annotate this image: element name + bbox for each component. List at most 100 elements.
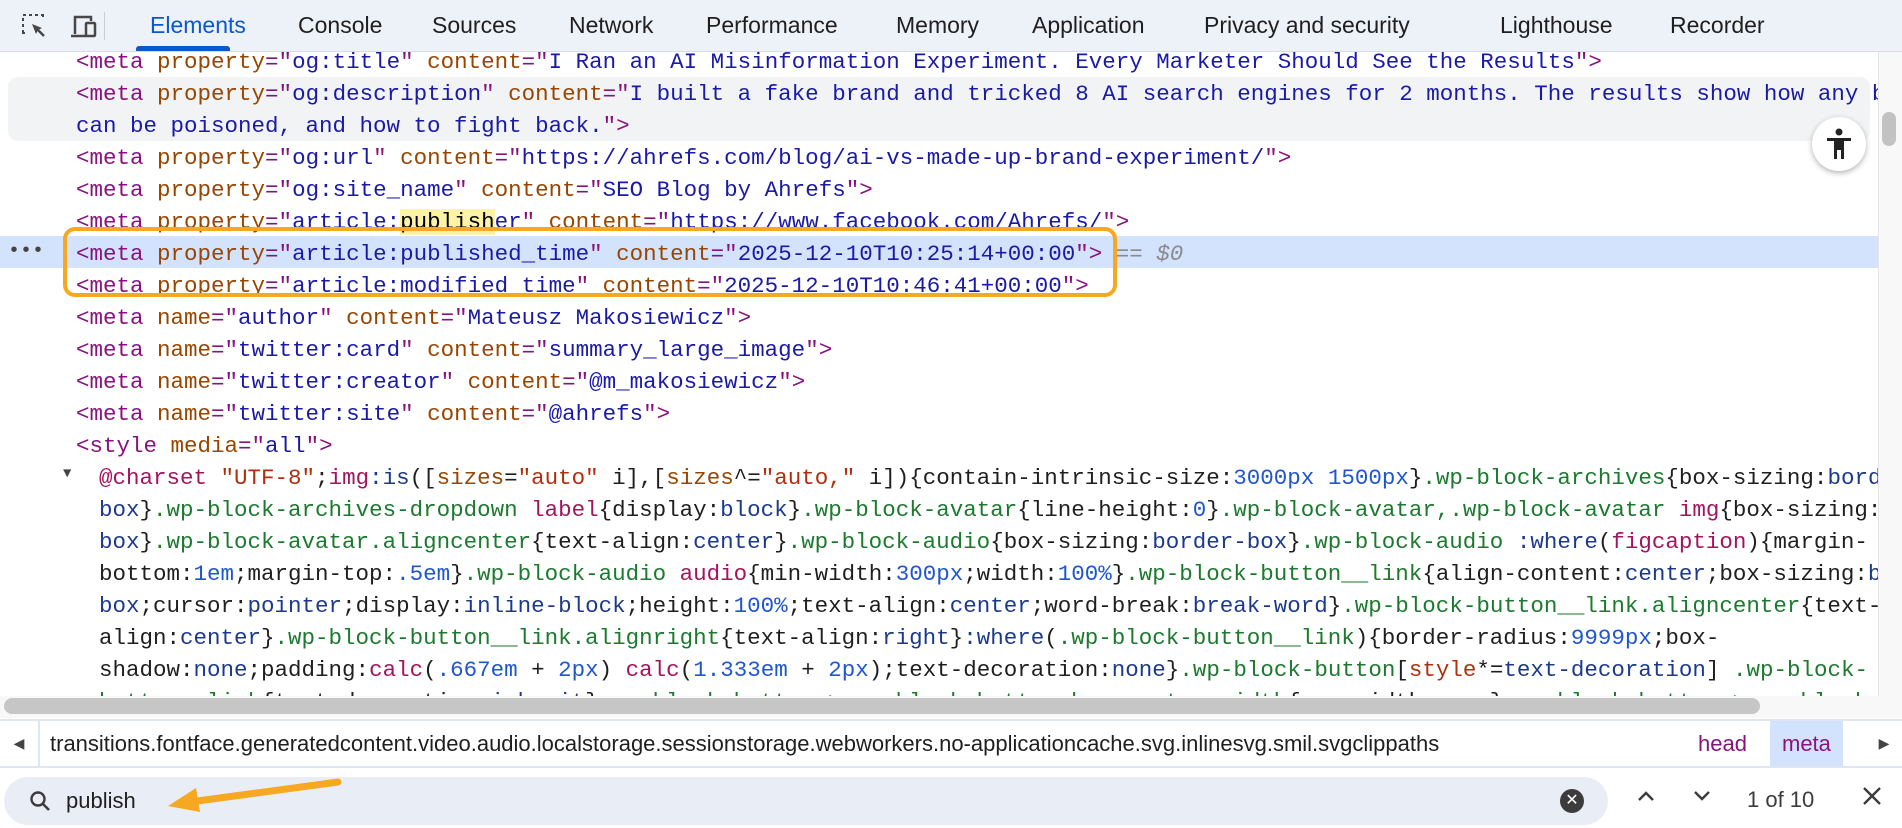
accessibility-icon[interactable] [1812,117,1866,171]
css-text-line[interactable]: bottom:1em;margin-top:.5em}.wp-block-aud… [0,558,1878,590]
code-token: ([ [409,465,437,491]
breadcrumb-item-head[interactable]: head [1698,731,1747,757]
code-token: {box-sizing: [1665,465,1828,491]
dom-node-line[interactable]: <meta property="article:modified_time" c… [0,270,1878,302]
code-token: ;width: [963,561,1058,587]
dom-node-line[interactable]: <meta property="og:description" content=… [0,78,1878,110]
close-search-icon[interactable] [1860,784,1884,814]
code-token: ] [1705,657,1733,683]
code-token: } [450,561,464,587]
tab-recorder[interactable]: Recorder [1670,12,1765,39]
code-token: ; [315,465,329,491]
code-token: =" [265,177,293,203]
code-token: {box-sizing: [990,529,1153,555]
code-token: :where [963,625,1045,651]
elements-tree[interactable]: ••• ▼ <meta property="og:title" content=… [0,46,1878,696]
dom-node-line[interactable]: <meta property="article:published_time" … [0,238,1878,270]
breadcrumb-item-html[interactable]: transitions.fontface.generatedcontent.vi… [50,731,1439,757]
code-token: sizes [666,465,734,491]
code-token: name [143,305,212,331]
dom-node-line[interactable]: <meta name="twitter:card" content="summa… [0,334,1878,366]
css-text-line[interactable]: box}.wp-block-avatar.aligncenter{text-al… [0,526,1878,558]
code-token: <style [76,433,158,459]
dom-node-line[interactable]: <meta name="twitter:creator" content="@m… [0,366,1878,398]
breadcrumb-scroll-right-icon[interactable]: ▶ [1864,721,1902,766]
dom-node-line[interactable]: can be poisoned, and how to fight back."… [0,110,1878,142]
css-text-line[interactable]: box}.wp-block-archives-dropdown label{di… [0,494,1878,526]
code-token: article:published_time [292,241,590,267]
code-token: "> [1574,49,1602,75]
code-token: <meta [76,49,144,75]
code-token: ;display: [342,593,464,619]
active-tab-indicator [136,46,230,51]
css-text-line[interactable]: button__link{text-decoration:inherit}.wp… [0,686,1878,696]
css-text-line[interactable]: align:center}.wp-block-button__link.alig… [0,622,1878,654]
previous-match-chevron-up-icon[interactable] [1634,784,1658,814]
code-token: @charset [99,465,208,491]
code-token: <meta [76,209,144,235]
dom-node-line[interactable]: <meta property="article:publisher" conte… [0,206,1878,238]
code-token: 100% [1057,561,1112,587]
code-token: <meta [76,145,144,171]
css-text-line[interactable]: box;cursor:pointer;display:inline-block;… [0,590,1878,622]
code-token: content [602,241,711,267]
next-match-chevron-down-icon[interactable] [1690,784,1714,814]
code-token: =" [211,369,239,395]
code-token: none [1436,689,1490,696]
code-token: name [143,369,212,395]
css-text-line[interactable]: @charset "UTF-8";img:is([sizes="auto" i]… [0,462,1878,494]
code-token: } [1111,561,1126,587]
code-token: SEO Blog by Ahrefs [602,177,846,203]
code-token: {box-sizing: [1719,497,1878,523]
tab-elements[interactable]: Elements [150,12,246,39]
inspect-element-icon[interactable] [18,10,50,42]
code-token: =" [211,337,239,363]
code-token: audio [679,561,748,587]
tab-lighthouse[interactable]: Lighthouse [1500,12,1613,39]
code-token: ;box- [1651,625,1720,651]
dom-node-line[interactable]: <meta property="og:url" content="https:/… [0,142,1878,174]
dom-node-line[interactable]: <style media="all"> [0,430,1878,462]
tab-console[interactable]: Console [298,12,382,39]
code-token: } [787,497,802,523]
code-token: =" [265,145,293,171]
tab-sources[interactable]: Sources [432,12,516,39]
code-token: .wp-block-audio [787,529,991,555]
vertical-scrollbar[interactable] [1878,52,1902,698]
vertical-scrollbar-thumb[interactable] [1882,112,1896,146]
code-token: {line-height: [1017,497,1193,523]
code-token: 3000px [1233,465,1315,491]
tab-performance[interactable]: Performance [706,12,838,39]
code-token: 2px [558,657,599,683]
code-token: https://www.facebook.com/Ahrefs/ [670,209,1103,235]
code-token: Mateusz Makosiewicz [467,305,725,331]
tab-network[interactable]: Network [569,12,653,39]
dom-node-line[interactable]: <meta name="twitter:site" content="@ahre… [0,398,1878,430]
device-toolbar-icon[interactable] [68,10,100,42]
dom-node-line[interactable]: <meta name="author" content="Mateusz Mak… [0,302,1878,334]
css-text-line[interactable]: shadow:none;padding:calc(.667em + 2px) c… [0,654,1878,686]
tab-privacy-and-security[interactable]: Privacy and security [1204,12,1410,39]
tab-application[interactable]: Application [1032,12,1145,39]
dom-node-line[interactable]: <meta property="og:site_name" content="S… [0,174,1878,206]
code-token: ){margin- [1746,529,1868,555]
code-token: =" [265,81,293,107]
code-token: + [787,657,829,683]
code-token: 9999px [1570,625,1652,651]
code-token: name [143,337,212,363]
tab-memory[interactable]: Memory [896,12,979,39]
code-token: ( [1044,625,1058,651]
code-token: none [1111,657,1166,683]
code-token: article:modified_time [292,273,576,299]
code-token: =" [643,209,671,235]
code-token: content [589,273,698,299]
breadcrumb-scroll-left-icon[interactable]: ◀ [0,721,40,766]
clear-search-icon[interactable]: ✕ [1560,789,1584,813]
horizontal-scrollbar-thumb[interactable] [4,698,1760,714]
code-token: label [531,497,599,523]
breadcrumb-item-meta[interactable]: meta [1770,721,1843,766]
code-token: og:title [292,49,401,75]
code-token: " [481,81,495,107]
